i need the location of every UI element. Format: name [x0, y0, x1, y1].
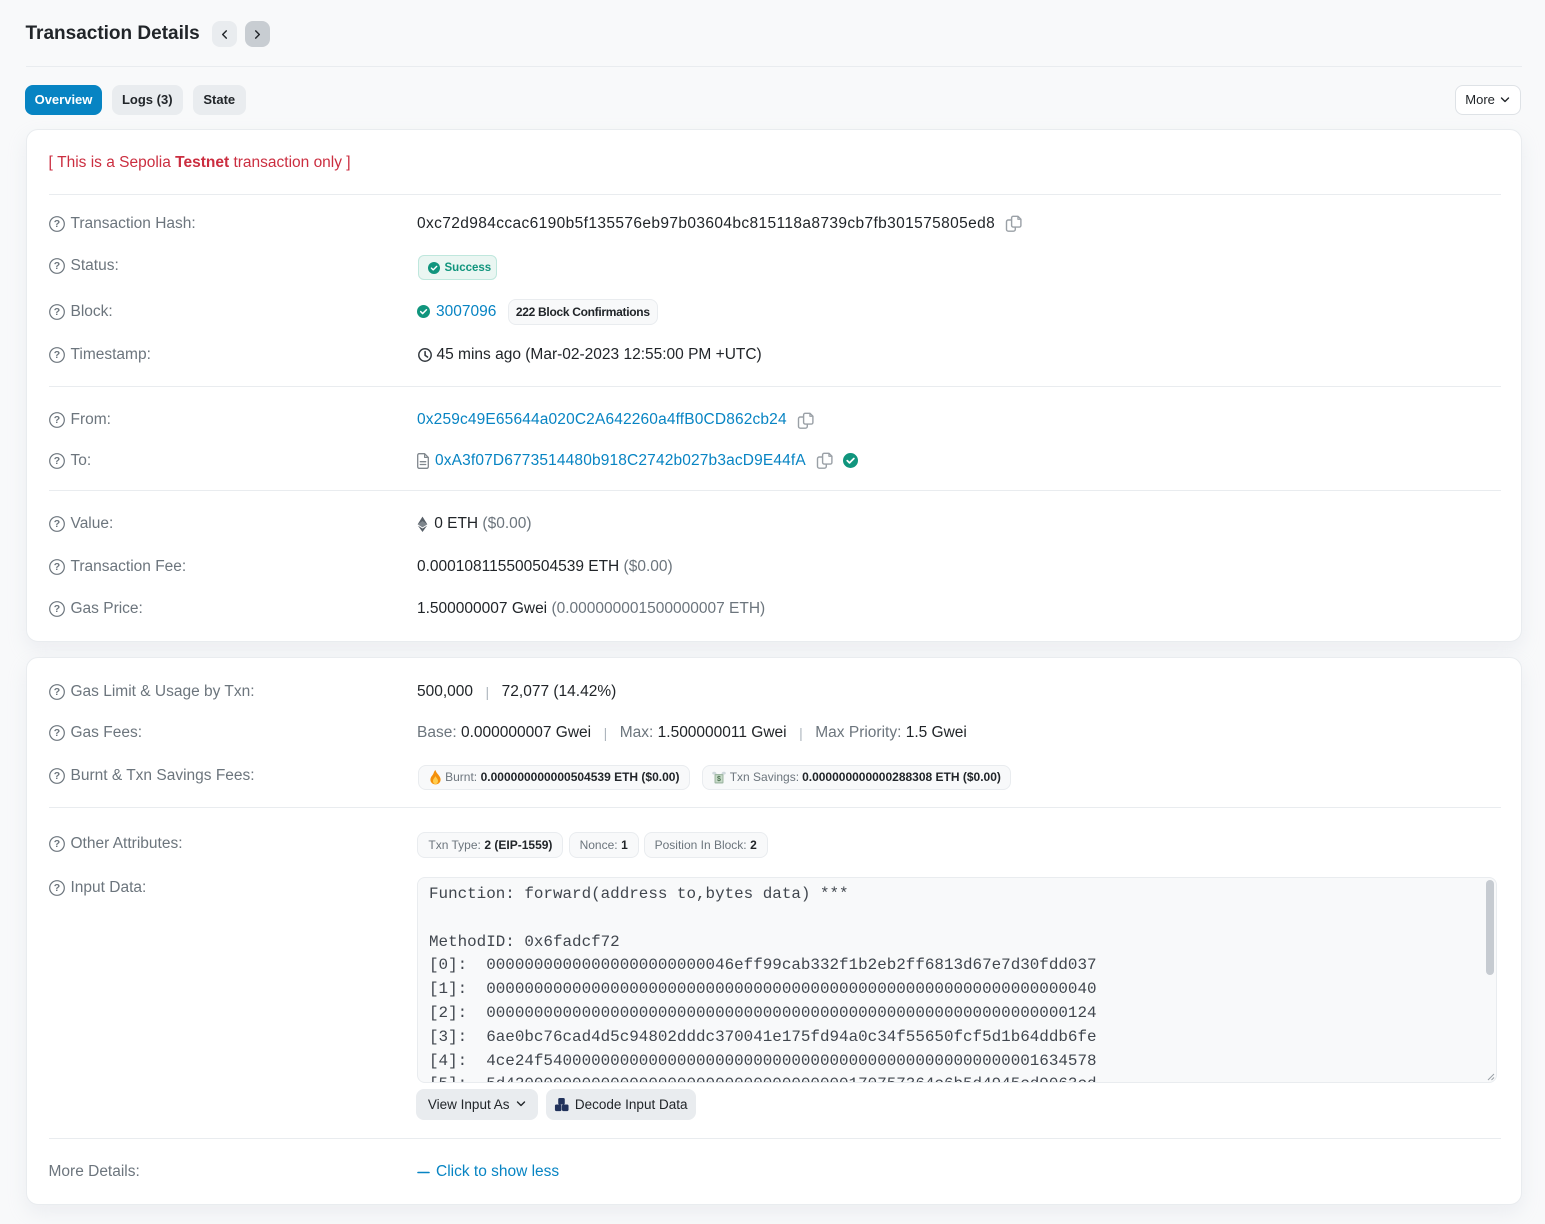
svg-text:?: ? — [53, 603, 59, 615]
svg-text:?: ? — [53, 838, 59, 850]
svg-text:?: ? — [53, 561, 59, 573]
svg-text:?: ? — [53, 686, 59, 698]
svg-text:$: $ — [717, 776, 721, 783]
svg-text:?: ? — [53, 727, 59, 739]
svg-text:?: ? — [53, 518, 59, 530]
svg-text:?: ? — [53, 455, 59, 467]
svg-text:?: ? — [53, 882, 59, 894]
svg-text:?: ? — [53, 770, 59, 782]
svg-text:?: ? — [53, 349, 59, 361]
svg-text:?: ? — [53, 306, 59, 318]
svg-text:?: ? — [53, 414, 59, 426]
svg-text:?: ? — [53, 218, 59, 230]
svg-text:?: ? — [53, 260, 59, 272]
